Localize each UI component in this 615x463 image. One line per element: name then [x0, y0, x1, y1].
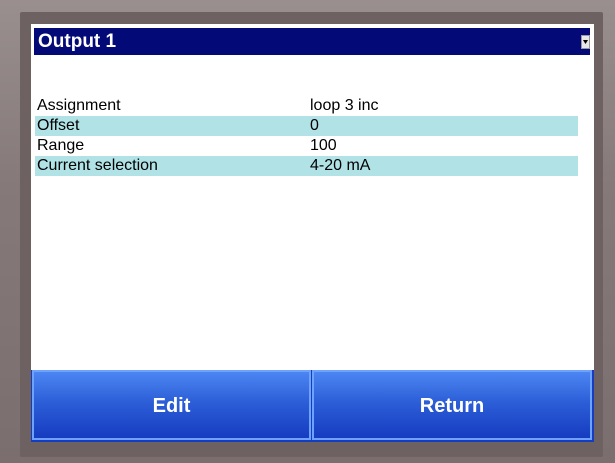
- param-value: 4-20 mA: [310, 157, 371, 174]
- list-item[interactable]: Range 100: [35, 136, 578, 156]
- list-item[interactable]: Offset 0: [35, 116, 578, 136]
- param-value: 100: [310, 137, 337, 154]
- button-bar: Edit Return: [31, 370, 594, 442]
- device-bezel: Output 1 Assignment loop 3 inc Offset 0 …: [0, 0, 615, 463]
- param-name: Current selection: [37, 157, 158, 174]
- param-value: 0: [310, 117, 319, 134]
- param-name: Assignment: [37, 97, 121, 114]
- param-name: Range: [37, 137, 85, 154]
- page-title: Output 1: [38, 31, 117, 52]
- output-selector[interactable]: Output 1: [34, 28, 590, 55]
- list-item[interactable]: Assignment loop 3 inc: [35, 96, 578, 116]
- param-value: loop 3 inc: [310, 97, 379, 114]
- edit-button[interactable]: Edit: [32, 370, 311, 440]
- chevron-down-icon[interactable]: [581, 35, 590, 49]
- return-button[interactable]: Return: [312, 370, 592, 440]
- param-name: Offset: [37, 117, 80, 134]
- parameter-list: Assignment loop 3 inc Offset 0 Range 100…: [35, 96, 578, 176]
- list-item[interactable]: Current selection 4-20 mA: [35, 156, 578, 176]
- screen: Output 1 Assignment loop 3 inc Offset 0 …: [31, 24, 594, 442]
